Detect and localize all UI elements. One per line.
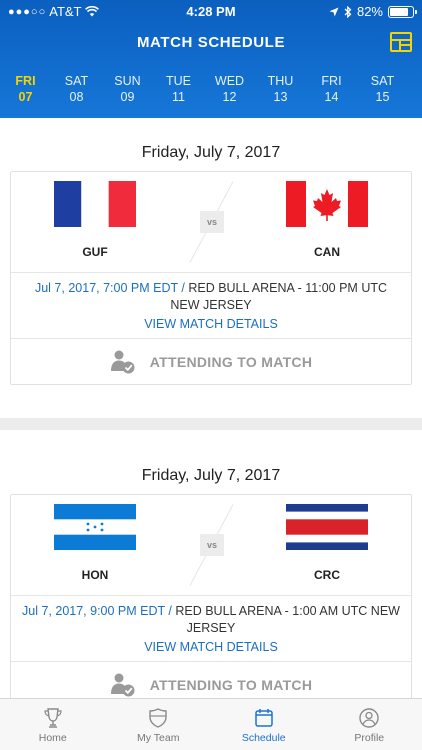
away-team-code: CRC xyxy=(314,568,340,582)
attend-match-button[interactable]: ATTENDING TO MATCH xyxy=(11,661,411,698)
tab-my-team-label: My Team xyxy=(137,732,180,744)
canada-flag-icon xyxy=(286,181,368,227)
match-section: Friday, July 7, 2017 HON vs CRC Jul 7, 2… xyxy=(0,430,422,698)
day-tab[interactable]: TUE 11 xyxy=(153,73,204,105)
tab-bar: Home My Team Schedule Profile xyxy=(0,698,422,750)
day-tab[interactable]: FRI 14 xyxy=(306,73,357,105)
attend-match-button[interactable]: ATTENDING TO MATCH xyxy=(11,338,411,384)
vs-badge: vs xyxy=(200,534,224,556)
user-icon xyxy=(359,708,379,728)
battery-icon xyxy=(388,5,417,18)
schedule-list[interactable]: Friday, July 7, 2017 GUF vs CAN Jul 7, 2… xyxy=(0,118,422,698)
trophy-icon xyxy=(44,708,62,728)
page-title: MATCH SCHEDULE xyxy=(136,34,286,51)
user-check-icon xyxy=(110,350,135,373)
tab-profile-label: Profile xyxy=(354,732,385,744)
match-section: Friday, July 7, 2017 GUF vs CAN Jul 7, 2… xyxy=(0,118,422,418)
location-icon xyxy=(329,7,339,16)
match-local-time: Jul 7, 2017, 7:00 PM EDT / xyxy=(34,281,185,295)
day-tab[interactable]: SUN 09 xyxy=(102,73,153,105)
date-selector: FRI 07 SAT 08 SUN 09 TUE 11 WED 12 THU 13 FRI 1… xyxy=(0,73,422,105)
tab-home[interactable]: Home xyxy=(0,699,106,750)
calendar-icon xyxy=(255,709,273,727)
match-venue: RED BULL ARENA - 1:00 AM UTC NEW JERSEY xyxy=(175,604,400,635)
table-view-icon[interactable] xyxy=(390,32,412,52)
match-date: Friday, July 7, 2017 xyxy=(141,144,281,161)
france-flag-icon xyxy=(54,181,136,227)
view-match-details-link[interactable]: VIEW MATCH DETAILS xyxy=(144,316,278,333)
user-check-icon xyxy=(110,673,135,696)
home-team-code: GUF xyxy=(82,245,108,259)
day-tab[interactable]: WED 12 xyxy=(204,73,255,105)
attend-match-label: ATTENDING TO MATCH xyxy=(149,676,313,693)
match-card: HON vs CRC Jul 7, 2017, 9:00 PM EDT / RE… xyxy=(10,494,412,698)
day-tab[interactable]: SAT 08 xyxy=(51,73,102,105)
tab-schedule-label: Schedule xyxy=(241,732,286,744)
match-venue: RED BULL ARENA - 11:00 PM UTC NEW JERSEY xyxy=(170,281,388,312)
match-local-time: Jul 7, 2017, 9:00 PM EDT / xyxy=(22,604,172,618)
tab-schedule[interactable]: Schedule xyxy=(211,699,317,750)
home-team-code: HON xyxy=(81,568,109,582)
match-date: Friday, July 7, 2017 xyxy=(141,467,281,484)
vs-badge: vs xyxy=(200,211,224,233)
match-card: GUF vs CAN Jul 7, 2017, 7:00 PM EDT / RE… xyxy=(10,171,412,385)
away-team: CRC xyxy=(286,504,368,582)
bluetooth-icon xyxy=(344,5,352,18)
match-info: Jul 7, 2017, 7:00 PM EDT / RED BULL AREN… xyxy=(11,272,411,338)
tab-profile[interactable]: Profile xyxy=(317,699,422,750)
day-tab[interactable]: THU 13 xyxy=(255,73,306,105)
home-team: GUF xyxy=(54,181,136,259)
tab-my-team[interactable]: My Team xyxy=(106,699,212,750)
attend-match-label: ATTENDING TO MATCH xyxy=(149,353,313,370)
home-team: HON xyxy=(54,504,136,582)
honduras-flag-icon xyxy=(54,504,136,550)
costa-rica-flag-icon xyxy=(286,504,368,550)
match-teams: GUF vs CAN xyxy=(11,172,411,272)
match-teams: HON vs CRC xyxy=(11,495,411,595)
status-bar: ●●●○○ AT&T 4:28 PM 82% xyxy=(0,0,422,22)
battery-percent: 82% xyxy=(356,4,383,19)
day-tab[interactable]: SAT 15 xyxy=(357,73,408,105)
shield-icon xyxy=(149,708,167,728)
away-team: CAN xyxy=(286,181,368,259)
day-tab[interactable]: FRI 07 xyxy=(0,73,51,105)
view-match-details-link[interactable]: VIEW MATCH DETAILS xyxy=(144,639,278,656)
away-team-code: CAN xyxy=(314,245,340,259)
match-info: Jul 7, 2017, 9:00 PM EDT / RED BULL AREN… xyxy=(11,595,411,661)
tab-home-label: Home xyxy=(38,732,67,744)
app-header: ●●●○○ AT&T 4:28 PM 82% MATCH SCHEDULE FR… xyxy=(0,0,422,118)
